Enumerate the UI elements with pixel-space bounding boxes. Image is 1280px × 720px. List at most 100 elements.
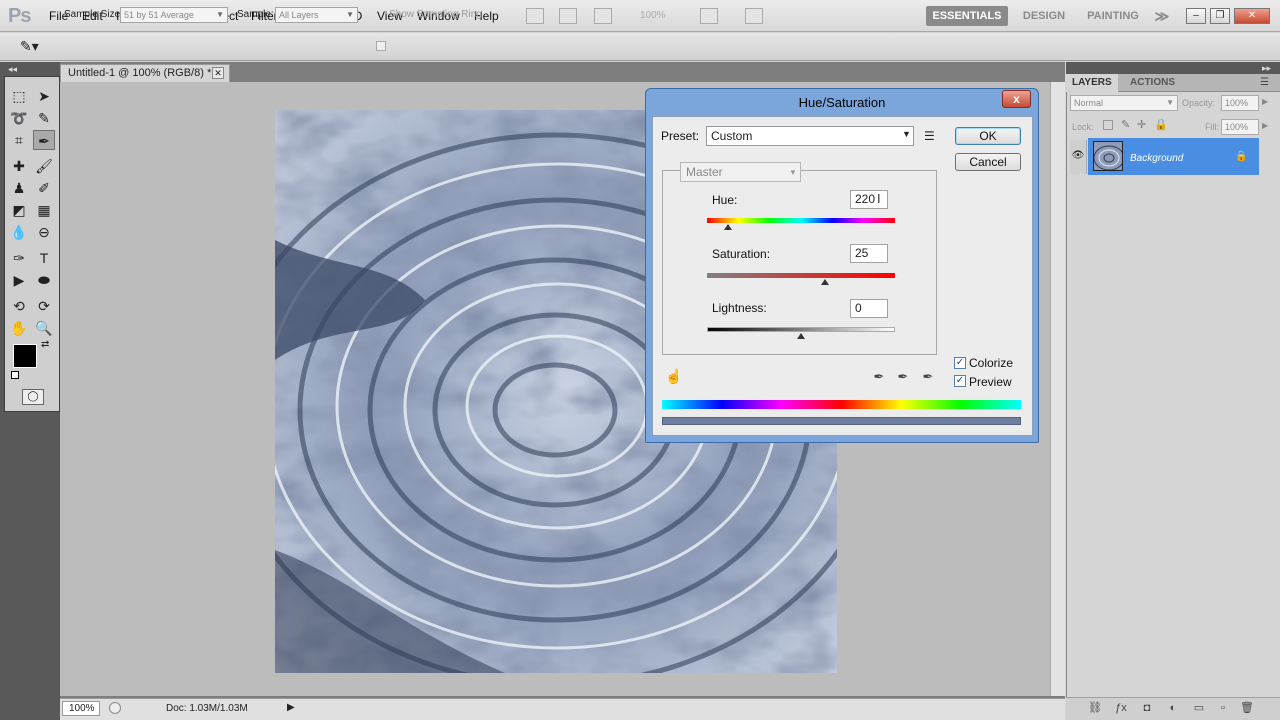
collapse-tools-icon[interactable]: ◂◂: [8, 64, 17, 75]
tab-actions[interactable]: ACTIONS: [1124, 74, 1181, 92]
screen-mode-icon[interactable]: [745, 8, 763, 24]
restore-icon[interactable]: ❐: [1210, 8, 1230, 24]
gradient-tool-icon[interactable]: ▦: [33, 200, 55, 220]
tab-layers[interactable]: LAYERS: [1066, 74, 1118, 92]
subtract-from-sample-eyedropper-icon[interactable]: ✒: [919, 368, 937, 386]
show-sampling-ring-label: Show Sampling Ring: [389, 9, 482, 20]
photoshop-logo: Ps: [8, 5, 31, 27]
history-brush-tool-icon[interactable]: ✐: [33, 178, 55, 198]
tools-bar: ⬚ ➤ ➰ ✎ ⌗ ✒ ✚ 🖌 ♟ ✐ ◩ ▦ 💧 ⊖ ✑ T ▶ ⬬ ⟲ ⟳ …: [4, 76, 60, 412]
crop-tool-icon[interactable]: ⌗: [8, 130, 30, 150]
hue-slider-track[interactable]: [707, 218, 895, 223]
zoom-tool-icon[interactable]: 🔍: [33, 318, 55, 338]
preset-options-icon[interactable]: ☰: [924, 129, 935, 143]
minimize-icon[interactable]: –: [1186, 8, 1206, 24]
text-cursor-icon: I: [877, 191, 881, 206]
lock-position-icon[interactable]: ✛: [1137, 118, 1146, 131]
quick-selection-tool-icon[interactable]: ✎: [33, 108, 55, 128]
layer-thumbnail-image: [1094, 142, 1122, 170]
blur-tool-icon[interactable]: 💧: [8, 222, 30, 242]
foreground-color-swatch[interactable]: [13, 344, 37, 368]
sample-select[interactable]: All Layers ▼: [275, 7, 358, 23]
lock-transparent-icon[interactable]: [1103, 120, 1113, 130]
eyedropper-tool-icon[interactable]: ✒: [33, 130, 55, 150]
fill-field[interactable]: 100%: [1221, 119, 1259, 135]
lock-label: Lock:: [1072, 122, 1094, 132]
preview-checkbox[interactable]: ✓: [954, 375, 966, 387]
saturation-field[interactable]: 25: [850, 244, 888, 263]
new-adjustment-layer-icon[interactable]: ◐: [1166, 701, 1180, 715]
panel-menu-icon[interactable]: ☰: [1260, 77, 1269, 88]
3d-rotate-tool-icon[interactable]: ⟲: [8, 296, 30, 316]
ok-button[interactable]: OK: [955, 127, 1021, 145]
bridge-icon[interactable]: [526, 8, 544, 24]
hue-slider-thumb[interactable]: [723, 224, 732, 230]
marquee-tool-icon[interactable]: ⬚: [8, 86, 30, 106]
mini-bridge-icon[interactable]: [559, 8, 577, 24]
delete-layer-icon[interactable]: 🗑: [1240, 701, 1254, 715]
workspace-essentials-button[interactable]: ESSENTIALS: [926, 6, 1008, 26]
close-app-icon[interactable]: ✕: [1234, 8, 1270, 24]
type-tool-icon[interactable]: T: [33, 248, 55, 268]
close-document-icon[interactable]: ✕: [212, 67, 224, 79]
eyedropper-tool-preset-icon[interactable]: ✎▾: [20, 38, 39, 55]
view-extras-icon[interactable]: [594, 8, 612, 24]
cancel-button[interactable]: Cancel: [955, 153, 1021, 171]
dialog-close-button[interactable]: x: [1002, 90, 1031, 108]
lightness-slider-thumb[interactable]: [797, 333, 805, 339]
fill-arrow-icon[interactable]: ▶: [1262, 121, 1268, 130]
hue-field[interactable]: 220: [850, 190, 888, 209]
default-colors-icon[interactable]: [11, 371, 19, 379]
saturation-slider-thumb[interactable]: [820, 279, 829, 285]
targeted-adjustment-hand-icon[interactable]: ☝: [665, 368, 682, 385]
collapse-panels-icon[interactable]: ▸▸: [1262, 63, 1271, 74]
ellipse-tool-icon[interactable]: ⬬: [33, 270, 55, 290]
pen-tool-icon[interactable]: ✑: [8, 248, 30, 268]
lightness-slider-track[interactable]: [707, 327, 895, 332]
channel-dropdown-arrow-icon[interactable]: ▼: [789, 168, 797, 177]
add-to-sample-eyedropper-icon[interactable]: ✒: [894, 368, 912, 386]
channel-select[interactable]: Master: [680, 162, 801, 182]
opacity-field[interactable]: 100%: [1221, 95, 1259, 111]
layer-visibility-eye-icon[interactable]: 👁: [1070, 140, 1087, 174]
lightness-field[interactable]: 0: [850, 299, 888, 318]
layer-style-icon[interactable]: ƒx: [1114, 701, 1128, 715]
status-menu-arrow-icon[interactable]: ▶: [287, 702, 295, 713]
arrange-documents-icon[interactable]: [700, 8, 718, 24]
more-workspaces-icon[interactable]: ≫: [1152, 6, 1172, 26]
quick-mask-icon[interactable]: ◯: [22, 389, 44, 405]
opacity-arrow-icon[interactable]: ▶: [1262, 97, 1268, 106]
hue-label: Hue:: [712, 193, 738, 207]
move-tool-icon[interactable]: ➤: [33, 86, 55, 106]
new-layer-icon[interactable]: ▫: [1216, 701, 1230, 715]
lasso-tool-icon[interactable]: ➰: [8, 108, 30, 128]
saturation-slider-track[interactable]: [707, 273, 895, 278]
3d-orbit-tool-icon[interactable]: ⟳: [33, 296, 55, 316]
link-layers-icon[interactable]: ⛓: [1088, 701, 1102, 715]
colorize-checkbox[interactable]: ✓: [954, 357, 966, 369]
zoom-field[interactable]: 100%: [62, 701, 100, 716]
path-selection-tool-icon[interactable]: ▶: [8, 270, 30, 290]
show-sampling-ring-checkbox[interactable]: [376, 41, 386, 51]
dodge-tool-icon[interactable]: ⊖: [33, 222, 55, 242]
swap-colors-icon[interactable]: ⇄: [41, 339, 49, 350]
lock-image-icon[interactable]: ✎: [1121, 118, 1130, 131]
blend-mode-select[interactable]: Normal ▼: [1070, 95, 1178, 111]
vertical-scrollbar[interactable]: [1050, 82, 1065, 696]
new-group-icon[interactable]: ▭: [1192, 701, 1206, 715]
brush-tool-icon[interactable]: 🖌: [33, 156, 55, 176]
zoom-level-dropdown[interactable]: 100%: [640, 10, 666, 21]
spot-healing-tool-icon[interactable]: ✚: [8, 156, 30, 176]
lock-all-icon[interactable]: 🔒: [1154, 118, 1168, 131]
clone-stamp-tool-icon[interactable]: ♟: [8, 178, 30, 198]
preset-select[interactable]: Custom: [706, 126, 914, 146]
workspace-painting-button[interactable]: PAINTING: [1080, 6, 1146, 26]
status-info-icon[interactable]: [109, 702, 121, 714]
workspace-design-button[interactable]: DESIGN: [1016, 6, 1072, 26]
preset-dropdown-arrow-icon[interactable]: ▼: [902, 129, 911, 139]
eraser-tool-icon[interactable]: ◩: [8, 200, 30, 220]
hand-tool-icon[interactable]: ✋: [8, 318, 30, 338]
sample-size-select[interactable]: 51 by 51 Average ▼: [120, 7, 228, 23]
eyedropper-icon[interactable]: ✒: [870, 368, 888, 386]
add-mask-icon[interactable]: ◘: [1140, 701, 1154, 715]
